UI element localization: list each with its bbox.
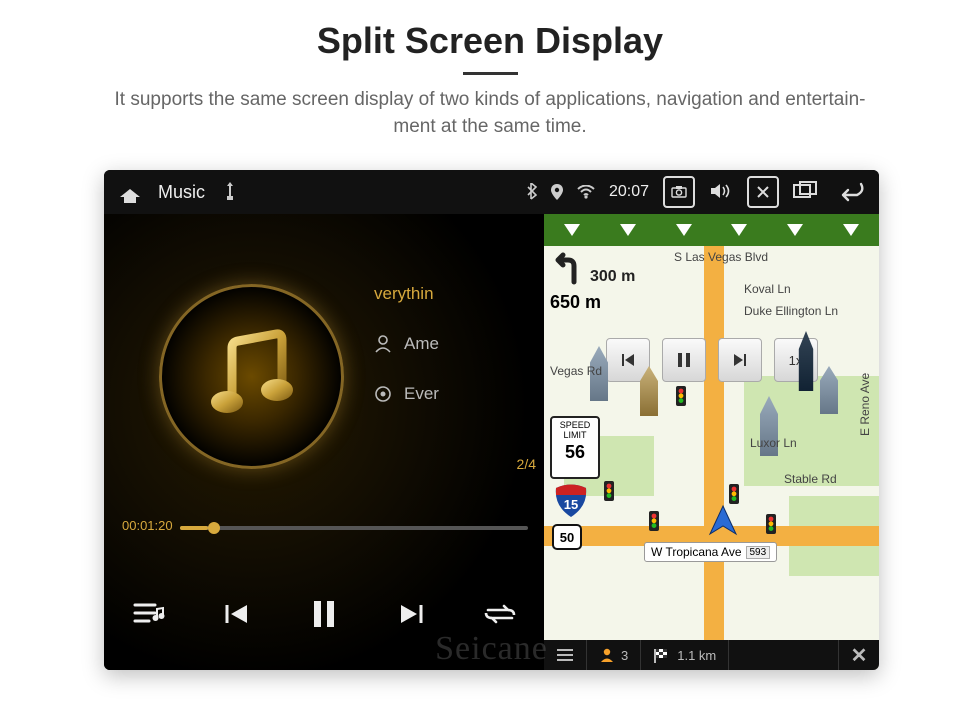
navigation-panel: 300 m 650 m 1x SPEED LIMIT 56 <box>544 214 879 670</box>
road-badge: 593 <box>746 546 771 559</box>
home-icon[interactable] <box>120 183 140 201</box>
lane-arrow-icon <box>843 224 859 236</box>
distance-value: 1.1 km <box>677 648 716 663</box>
elapsed-time: 00:01:20 <box>122 518 173 533</box>
pause-button[interactable] <box>301 591 347 637</box>
track-row[interactable]: Ever <box>374 369 544 419</box>
road-label: Duke Ellington Ln <box>744 304 838 318</box>
road-label: Luxor Ln <box>750 436 797 450</box>
page-subtitle: It supports the same screen display of t… <box>0 87 980 140</box>
prev-track-button[interactable] <box>213 591 259 637</box>
sim-controls: 1x <box>606 338 818 382</box>
page-title: Split Screen Display <box>0 20 980 62</box>
road-label: S Las Vegas Blvd <box>674 250 768 264</box>
album-art[interactable] <box>159 284 344 469</box>
next-turn: 300 m <box>550 252 635 286</box>
device-frame: Music 20:07 <box>104 170 879 670</box>
bluetooth-icon <box>525 183 537 201</box>
title-underline <box>463 72 518 75</box>
road-label: E Reno Ave <box>858 373 872 436</box>
progress-bar[interactable]: 00:01:20 <box>122 514 532 544</box>
vehicle-cursor-icon <box>706 504 740 538</box>
traffic-light-icon <box>766 514 776 534</box>
map-canvas[interactable]: 300 m 650 m 1x SPEED LIMIT 56 <box>544 246 879 640</box>
traffic-light-icon <box>649 511 659 531</box>
subtitle-line2: ment at the same time. <box>393 116 586 137</box>
sim-next-button[interactable] <box>718 338 762 382</box>
lane-arrow-icon <box>676 224 692 236</box>
lane-arrow-icon <box>731 224 747 236</box>
lane-arrow-icon <box>787 224 803 236</box>
svg-text:15: 15 <box>564 497 578 512</box>
wifi-icon <box>577 185 595 199</box>
repeat-button[interactable] <box>477 591 523 637</box>
screenshot-button[interactable] <box>663 176 695 208</box>
flag-icon <box>653 647 671 663</box>
disc-icon <box>374 385 394 403</box>
location-icon <box>551 184 563 200</box>
passenger-count: 3 <box>621 648 628 663</box>
sim-prev-button[interactable] <box>606 338 650 382</box>
close-app-button[interactable] <box>747 176 779 208</box>
interstate-shield-icon: 15 <box>554 484 588 518</box>
nav-footer: 3 1.1 km ✕ <box>544 640 879 670</box>
volume-button[interactable] <box>709 181 733 204</box>
track-counter: 2/4 <box>517 456 536 472</box>
road-label: Stable Rd <box>784 472 837 486</box>
turn-left-icon <box>550 252 584 286</box>
lane-arrow-icon <box>564 224 580 236</box>
track-list: verythin Ame Ever <box>374 269 544 419</box>
current-road-label: W Tropicana Ave 593 <box>644 542 777 562</box>
speed-value: 56 <box>552 443 598 463</box>
subtitle-line1: It supports the same screen display of t… <box>115 89 866 110</box>
nav-close-button[interactable]: ✕ <box>838 640 879 670</box>
music-panel: verythin Ame Ever 2/4 00:01:20 <box>104 214 544 670</box>
road-label: Koval Ln <box>744 282 791 296</box>
next-track-button[interactable] <box>389 591 435 637</box>
building-icon <box>814 366 844 414</box>
lane-guidance <box>544 214 879 246</box>
track-row[interactable]: verythin <box>374 269 544 319</box>
traffic-light-icon <box>604 481 614 501</box>
track-label: verythin <box>374 284 434 304</box>
traffic-light-icon <box>676 386 686 406</box>
track-label: Ame <box>404 334 439 354</box>
route-shield-icon: 50 <box>552 524 582 550</box>
passengers-button[interactable]: 3 <box>587 640 641 670</box>
menu-button[interactable] <box>544 640 587 670</box>
sim-pause-button[interactable] <box>662 338 706 382</box>
svg-text:50: 50 <box>560 530 574 545</box>
clock: 20:07 <box>609 183 649 201</box>
person-icon <box>374 335 394 353</box>
speed-caption: SPEED LIMIT <box>560 420 591 440</box>
road-label: Vegas Rd <box>550 364 602 378</box>
track-label: Ever <box>404 384 439 404</box>
traffic-light-icon <box>729 484 739 504</box>
second-turn-distance: 650 m <box>550 292 601 313</box>
status-bar: Music 20:07 <box>104 170 879 214</box>
lane-arrow-icon <box>620 224 636 236</box>
usb-icon <box>223 182 237 202</box>
recent-apps-button[interactable] <box>793 181 819 204</box>
back-button[interactable] <box>833 180 865 205</box>
playlist-button[interactable] <box>125 591 171 637</box>
speed-limit-sign: SPEED LIMIT 56 <box>550 416 600 479</box>
route-distance[interactable]: 1.1 km <box>641 640 729 670</box>
turn-distance: 300 m <box>590 268 635 286</box>
track-row[interactable]: Ame <box>374 319 544 369</box>
person-icon <box>599 647 615 663</box>
status-app-label: Music <box>158 182 205 203</box>
road-name: W Tropicana Ave <box>651 545 742 559</box>
